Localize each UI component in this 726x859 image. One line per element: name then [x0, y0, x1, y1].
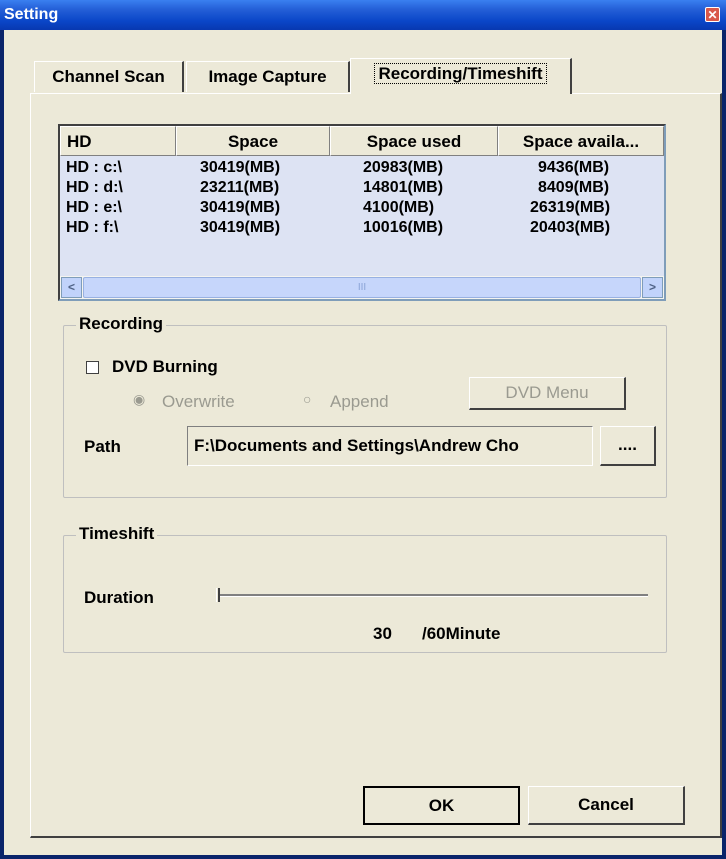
tab-label: Recording/Timeshift [374, 63, 547, 84]
tab-channel-scan[interactable]: Channel Scan [34, 61, 184, 92]
title-bar[interactable]: Setting ✕ [0, 0, 726, 30]
close-icon[interactable]: ✕ [705, 7, 720, 22]
setting-window: Setting ✕ Channel Scan Image Capture Rec… [0, 0, 726, 859]
window-title: Setting [4, 6, 59, 23]
tab-panel [30, 93, 722, 838]
tab-image-capture[interactable]: Image Capture [186, 61, 350, 92]
tab-label: Channel Scan [52, 67, 165, 86]
tab-recording-timeshift[interactable]: Recording/Timeshift [350, 58, 572, 94]
tab-label: Image Capture [208, 67, 327, 86]
